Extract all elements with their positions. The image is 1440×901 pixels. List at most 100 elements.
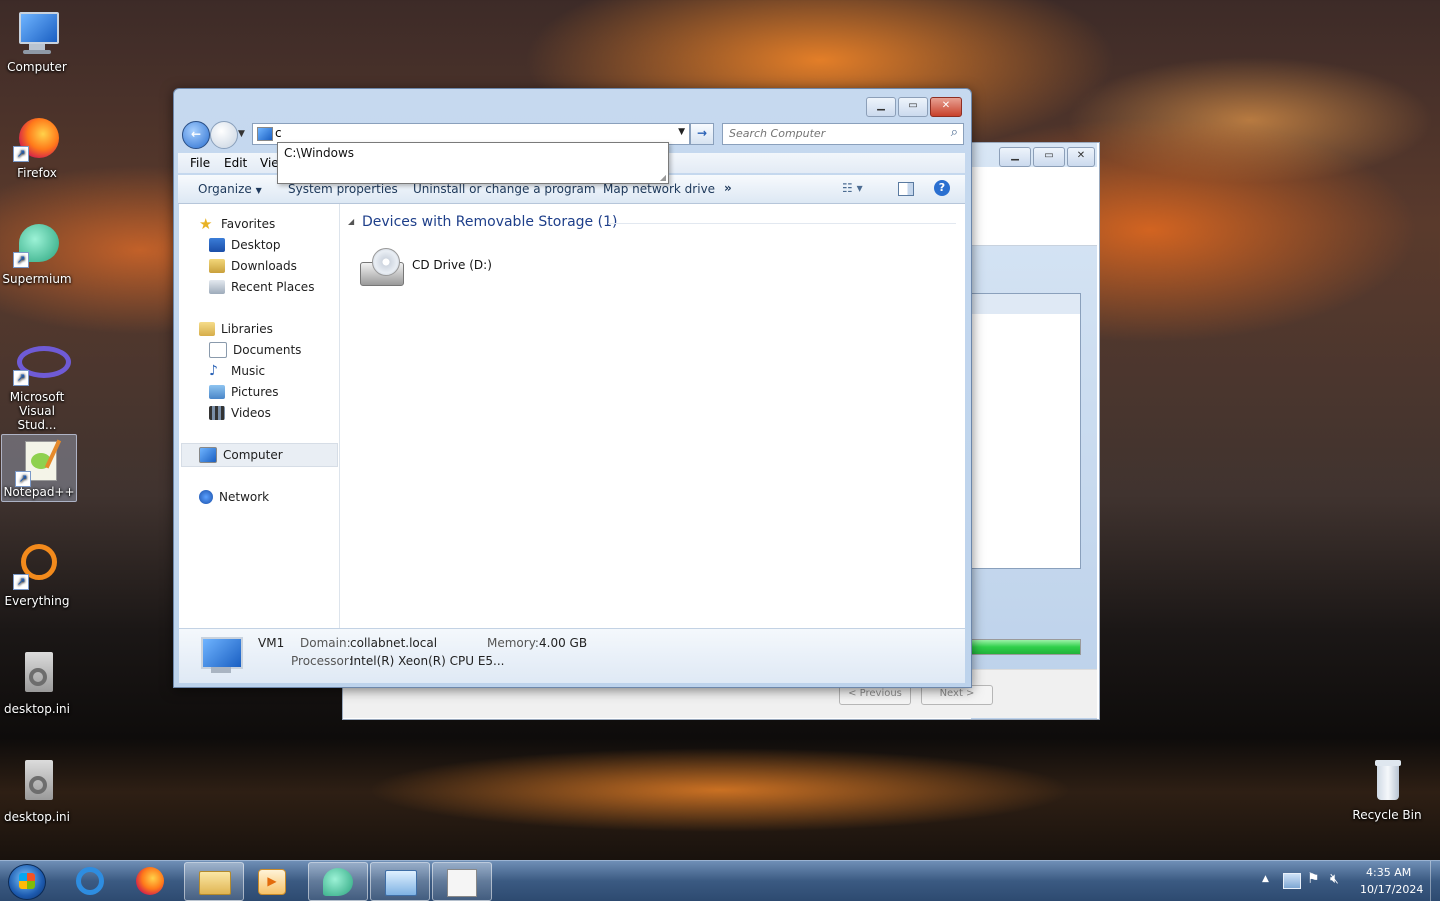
volume-muted-icon[interactable]: 🔇︎ xyxy=(1330,871,1339,887)
preview-pane-icon[interactable] xyxy=(898,182,914,196)
nav-favorites[interactable]: ★ Favorites xyxy=(199,214,275,234)
go-button[interactable]: → xyxy=(690,123,714,145)
taskbar-explorer[interactable] xyxy=(184,862,244,901)
system-properties-button[interactable]: System properties xyxy=(288,182,398,196)
network-tray-icon[interactable] xyxy=(1283,873,1301,889)
desktop-icon-notepad-plus-plus[interactable]: ↗ Notepad++ xyxy=(1,434,77,502)
autocomplete-suggestion[interactable]: C:\Windows xyxy=(284,146,354,160)
visual-studio-icon: ↗ xyxy=(13,338,71,386)
search-icon[interactable]: ⌕ xyxy=(951,125,958,140)
computer-name: VM1 xyxy=(258,636,285,650)
content-pane: ◢ Devices with Removable Storage (1) CD … xyxy=(340,204,965,628)
cd-drive-icon xyxy=(360,248,404,286)
help-icon[interactable]: ? xyxy=(934,180,950,196)
start-button[interactable] xyxy=(8,864,46,900)
desktop-icon-label: Computer xyxy=(7,60,67,74)
taskbar-supermium[interactable] xyxy=(308,862,368,901)
chevron-down-icon: ▼ xyxy=(255,186,262,195)
media-player-icon: ▶ xyxy=(258,869,286,895)
shortcut-arrow-icon: ↗ xyxy=(13,574,29,590)
show-desktop-button[interactable] xyxy=(1430,861,1440,901)
computer-small-icon xyxy=(257,127,273,141)
show-hidden-icons-chevron-icon[interactable]: ▲ xyxy=(1262,874,1269,884)
collapse-triangle-icon[interactable]: ◢ xyxy=(348,217,354,226)
back-button[interactable]: ← xyxy=(182,121,210,149)
menu-view[interactable]: Vie xyxy=(260,156,279,170)
close-button[interactable]: ✕ xyxy=(930,97,962,117)
libraries-icon xyxy=(199,322,215,336)
videos-icon xyxy=(209,406,225,420)
group-header[interactable]: Devices with Removable Storage (1) xyxy=(362,214,617,230)
nav-pictures[interactable]: Pictures xyxy=(209,382,279,402)
clock-date[interactable]: 10/17/2024 xyxy=(1360,883,1423,896)
domain-value: collabnet.local xyxy=(350,636,438,650)
search-input[interactable] xyxy=(729,125,929,141)
map-network-drive-button[interactable]: Map network drive xyxy=(603,182,715,196)
desktop-icon-computer[interactable]: Computer xyxy=(0,8,74,74)
taskbar: ▶ ▲ ⚑ 🔇︎ 4:35 AM 10/17/2024 xyxy=(0,860,1440,901)
address-dropdown-icon[interactable]: ▼ xyxy=(678,127,685,137)
desktop-icon-recycle-bin[interactable]: Recycle Bin xyxy=(1350,756,1424,822)
nav-documents[interactable]: Documents xyxy=(209,340,301,360)
previous-button[interactable]: < Previous xyxy=(839,685,911,705)
taskbar-internet-explorer[interactable] xyxy=(68,863,112,899)
maximize-button[interactable]: ▭ xyxy=(898,97,928,117)
nav-libraries[interactable]: Libraries xyxy=(199,319,273,339)
recent-pages-dropdown[interactable]: ▼ xyxy=(238,129,248,139)
desktop-icon-desktop-ini-1[interactable]: desktop.ini xyxy=(0,650,74,716)
drive-item-cd[interactable]: CD Drive (D:) xyxy=(356,242,496,290)
more-commands-button[interactable]: » xyxy=(724,181,732,195)
domain-label: Domain: xyxy=(300,636,351,650)
memory-value: 4.00 GB xyxy=(539,636,588,650)
nav-computer[interactable]: Computer xyxy=(199,445,283,465)
action-center-flag-icon[interactable]: ⚑ xyxy=(1307,871,1320,887)
nav-recent-places[interactable]: Recent Places xyxy=(209,277,314,297)
list-selected-row[interactable] xyxy=(972,294,1080,314)
wizard-list-box[interactable] xyxy=(971,293,1081,569)
nav-music[interactable]: ♪ Music xyxy=(209,361,265,381)
explorer-window[interactable]: ▁ ▭ ✕ ← ▼ ▼ → ⌕ File Edit Vie Organize ▼… xyxy=(173,88,972,688)
forward-button[interactable] xyxy=(210,121,238,149)
recent-places-icon xyxy=(209,280,225,294)
taskbar-media-player[interactable]: ▶ xyxy=(250,863,294,899)
taskbar-firefox[interactable] xyxy=(128,863,172,899)
clock-time[interactable]: 4:35 AM xyxy=(1366,866,1411,879)
view-options-icon[interactable]: ☷ ▾ xyxy=(842,181,872,197)
address-autocomplete-dropdown[interactable]: C:\Windows ◢ xyxy=(277,142,669,184)
nav-desktop[interactable]: Desktop xyxy=(209,235,281,255)
desktop-icon-supermium[interactable]: ↗ Supermium xyxy=(0,220,74,286)
minimize-button[interactable]: ▁ xyxy=(866,97,896,117)
close-button[interactable]: ✕ xyxy=(1067,147,1095,167)
nav-network[interactable]: Network xyxy=(199,487,269,507)
menu-file[interactable]: File xyxy=(190,156,210,170)
address-input[interactable] xyxy=(275,125,655,141)
desktop-icon-desktop-ini-2[interactable]: desktop.ini xyxy=(0,758,74,824)
organize-button[interactable]: Organize ▼ xyxy=(198,182,262,196)
progress-fill xyxy=(972,640,1080,654)
taskbar-control-panel[interactable] xyxy=(370,862,430,901)
minimize-button[interactable]: ▁ xyxy=(999,147,1031,167)
next-button[interactable]: Next > xyxy=(921,685,993,705)
taskbar-setup-wizard[interactable] xyxy=(432,862,492,901)
internet-explorer-icon xyxy=(76,867,104,895)
nav-label: Music xyxy=(231,364,266,378)
control-panel-icon xyxy=(385,870,417,896)
desktop-icon-label: Recycle Bin xyxy=(1352,808,1422,822)
nav-label: Favorites xyxy=(221,217,276,231)
windows-logo-icon xyxy=(19,873,35,889)
desktop-icon-visual-studio[interactable]: ↗ Microsoft Visual Stud... xyxy=(0,338,74,432)
downloads-folder-icon xyxy=(209,259,225,273)
resize-grip-icon[interactable]: ◢ xyxy=(660,173,666,182)
drive-label: CD Drive (D:) xyxy=(412,258,492,272)
uninstall-program-button[interactable]: Uninstall or change a program xyxy=(413,182,596,196)
nav-downloads[interactable]: Downloads xyxy=(209,256,297,276)
maximize-button[interactable]: ▭ xyxy=(1033,147,1065,167)
shortcut-arrow-icon: ↗ xyxy=(13,146,29,162)
nav-videos[interactable]: Videos xyxy=(209,403,271,423)
desktop-icon-firefox[interactable]: ↗ Firefox xyxy=(0,114,74,180)
menu-edit[interactable]: Edit xyxy=(224,156,247,170)
desktop-icon-everything[interactable]: ↗ Everything xyxy=(0,542,74,608)
supermium-icon: ↗ xyxy=(13,220,61,268)
search-box[interactable]: ⌕ xyxy=(722,123,964,145)
organize-label: Organize xyxy=(198,182,252,196)
